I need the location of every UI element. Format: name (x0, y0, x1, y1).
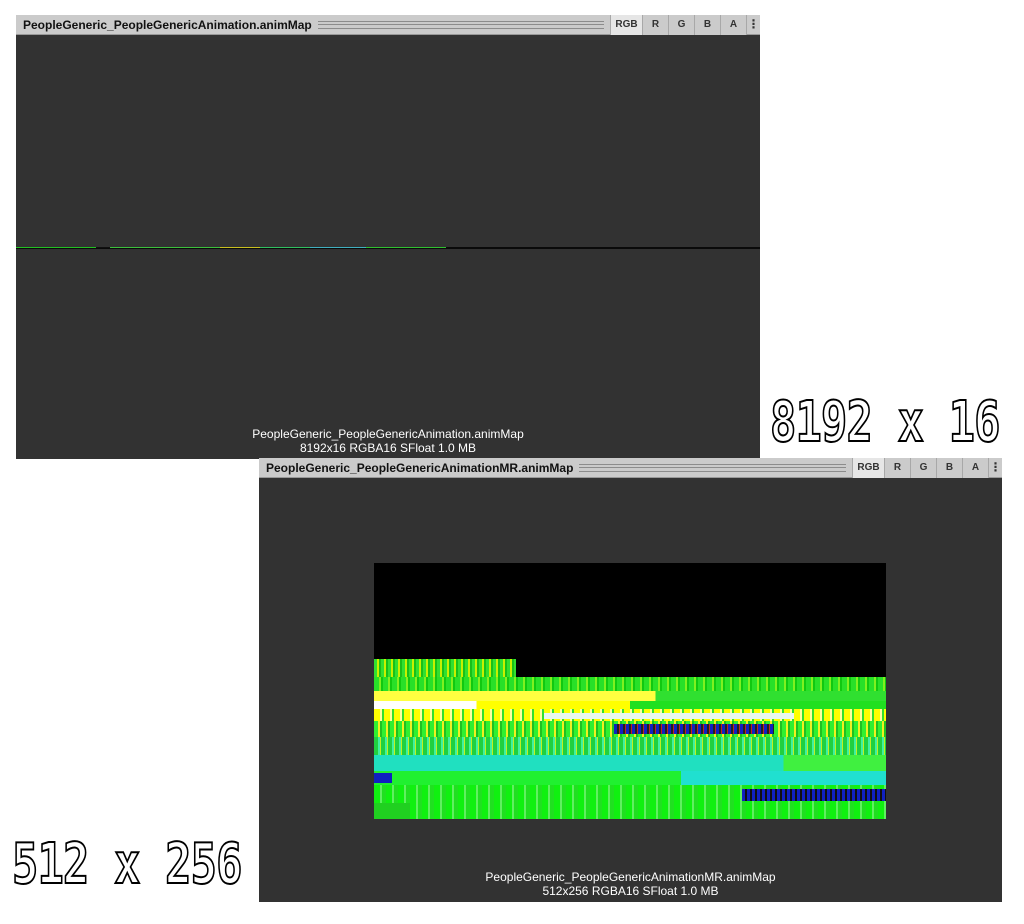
texture-detail: 8192x16 RGBA16 SFloat 1.0 MB (299, 441, 477, 455)
channel-b-button[interactable]: B (694, 14, 720, 35)
texture-detail: 512x256 RGBA16 SFloat 1.0 MB (542, 884, 719, 898)
channel-selector: RGB R G B A ⋮ (610, 14, 760, 35)
texture-preview-panel-square: PeopleGeneric_PeopleGenericAnimationMR.a… (259, 457, 1002, 902)
channel-a-button[interactable]: A (962, 457, 988, 478)
channel-rgb-button[interactable]: RGB (852, 457, 884, 478)
channel-b-button[interactable]: B (936, 457, 962, 478)
kebab-menu-icon[interactable]: ⋮ (746, 14, 760, 35)
dimension-label-top: 8192 x 16 (769, 389, 1001, 456)
texture-info: PeopleGeneric_PeopleGenericAnimationMR.a… (259, 870, 1002, 898)
texture-name: PeopleGeneric_PeopleGenericAnimationMR.a… (485, 870, 776, 884)
channel-r-button[interactable]: R (642, 14, 668, 35)
kebab-menu-icon[interactable]: ⋮ (988, 457, 1002, 478)
channel-r-button[interactable]: R (884, 457, 910, 478)
channel-rgb-button[interactable]: RGB (610, 14, 642, 35)
preview-title-bar[interactable]: PeopleGeneric_PeopleGenericAnimation.ani… (16, 14, 760, 35)
preview-title: PeopleGeneric_PeopleGenericAnimationMR.a… (266, 460, 574, 475)
drag-grip-icon[interactable] (579, 463, 846, 472)
texture-info: PeopleGeneric_PeopleGenericAnimation.ani… (16, 427, 760, 455)
dimension-label-bottom: 512 x 256 (11, 831, 243, 898)
texture-image-512x256 (374, 563, 886, 819)
channel-g-button[interactable]: G (910, 457, 936, 478)
texture-preview-panel-wide: PeopleGeneric_PeopleGenericAnimation.ani… (16, 14, 760, 459)
drag-grip-icon[interactable] (317, 20, 605, 29)
preview-title: PeopleGeneric_PeopleGenericAnimation.ani… (23, 17, 312, 32)
channel-a-button[interactable]: A (720, 14, 746, 35)
texture-name: PeopleGeneric_PeopleGenericAnimation.ani… (252, 427, 524, 441)
channel-g-button[interactable]: G (668, 14, 694, 35)
texture-strip-8192x16 (16, 247, 760, 249)
preview-title-bar[interactable]: PeopleGeneric_PeopleGenericAnimationMR.a… (259, 457, 1002, 478)
channel-selector: RGB R G B A ⋮ (852, 457, 1002, 478)
